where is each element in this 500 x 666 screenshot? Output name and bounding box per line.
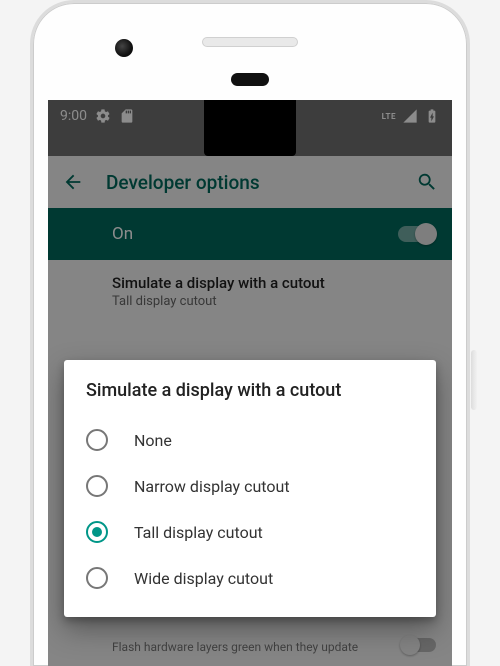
side-button bbox=[471, 350, 477, 410]
front-camera bbox=[115, 39, 133, 57]
option-label: Tall display cutout bbox=[134, 523, 263, 542]
radio-icon bbox=[86, 567, 108, 589]
option-label: None bbox=[134, 431, 172, 450]
cutout-dialog: Simulate a display with a cutout None Na… bbox=[64, 360, 436, 617]
option-tall[interactable]: Tall display cutout bbox=[86, 509, 414, 555]
radio-icon bbox=[86, 429, 108, 451]
radio-icon bbox=[86, 521, 108, 543]
speaker-slot bbox=[202, 37, 298, 47]
radio-icon bbox=[86, 475, 108, 497]
option-label: Wide display cutout bbox=[134, 569, 273, 588]
dialog-title: Simulate a display with a cutout bbox=[86, 380, 414, 401]
option-wide[interactable]: Wide display cutout bbox=[86, 555, 414, 601]
sensor-pill bbox=[231, 73, 269, 86]
display-cutout bbox=[204, 100, 296, 156]
option-narrow[interactable]: Narrow display cutout bbox=[86, 463, 414, 509]
screen: 9:00 LTE Developer options On Simulate a… bbox=[48, 100, 452, 666]
option-none[interactable]: None bbox=[86, 417, 414, 463]
option-label: Narrow display cutout bbox=[134, 477, 290, 496]
